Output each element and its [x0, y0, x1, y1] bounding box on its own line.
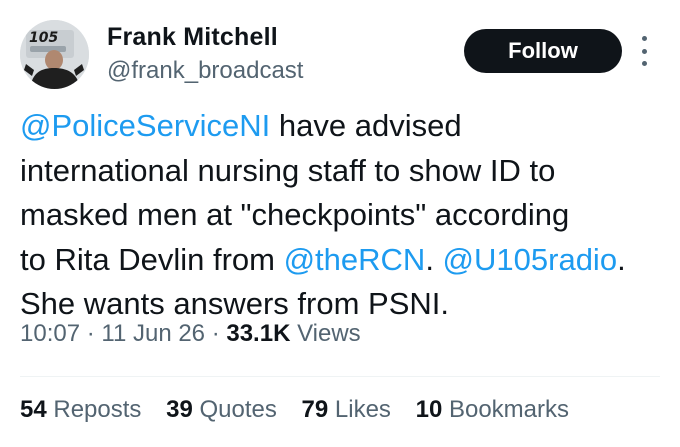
mention-link[interactable]: @PoliceServiceNI [20, 108, 270, 143]
tweet-text: @PoliceServiceNI have advised internatio… [20, 104, 670, 327]
likes-count: 79 [301, 396, 329, 423]
more-options-icon[interactable] [637, 36, 651, 66]
tweet-line-3: masked men at "checkpoints" according [20, 197, 570, 233]
mention-link[interactable]: @U105radio [443, 242, 618, 277]
reposts-count: 54 [20, 396, 47, 423]
more-dot [641, 61, 647, 66]
bookmarks-count: 10 [415, 396, 443, 423]
avatar-image: 105 [20, 20, 89, 89]
quotes-count: 39 [166, 396, 193, 423]
author-avatar[interactable]: 105 [20, 20, 89, 89]
tweet-time[interactable]: 10:07 [20, 320, 80, 347]
quotes-stat[interactable]: 39 Quotes [166, 396, 277, 423]
quotes-label: Quotes [192, 396, 277, 423]
tweet-text-segment: to Rita Devlin from [20, 241, 284, 277]
views-label: Views [290, 320, 361, 347]
author-handle[interactable]: @frank_broadcast [107, 57, 303, 85]
meta-separator: · [205, 320, 227, 347]
tweet-text-segment: . [617, 241, 626, 277]
bookmarks-label: Bookmarks [442, 396, 569, 423]
tweet-text-segment: . [425, 241, 443, 277]
tweet-date[interactable]: 11 Jun 26 [101, 320, 205, 347]
tweet-meta: 10:07 · 11 Jun 26 · 33.1K Views [20, 320, 361, 348]
bookmarks-stat[interactable]: 10 Bookmarks [416, 396, 569, 423]
reposts-label: Reposts [46, 396, 142, 423]
divider [20, 376, 660, 377]
likes-label: Likes [328, 396, 391, 423]
tweet-text-segment: have advised [270, 108, 462, 143]
more-dot [641, 48, 647, 54]
more-dot [641, 36, 647, 41]
reposts-stat[interactable]: 54 Reposts [20, 396, 141, 423]
mention-link[interactable]: @theRCN [284, 242, 426, 277]
tweet-line-2: international nursing staff to show ID t… [20, 152, 556, 188]
tweet-line-1: @PoliceServiceNI have advised [20, 104, 670, 149]
tweet-line-4: to Rita Devlin from @theRCN. @U105radio. [20, 238, 670, 283]
engagement-stats: 54 Reposts 39 Quotes 79 Likes 10 Bookmar… [20, 396, 587, 424]
avatar-logo-text: 105 [29, 30, 58, 46]
follow-button[interactable]: Follow [464, 29, 622, 73]
meta-separator: · [80, 320, 102, 347]
likes-stat[interactable]: 79 Likes [302, 396, 391, 423]
views-count: 33.1K [226, 320, 291, 347]
author-name[interactable]: Frank Mitchell [107, 23, 278, 52]
